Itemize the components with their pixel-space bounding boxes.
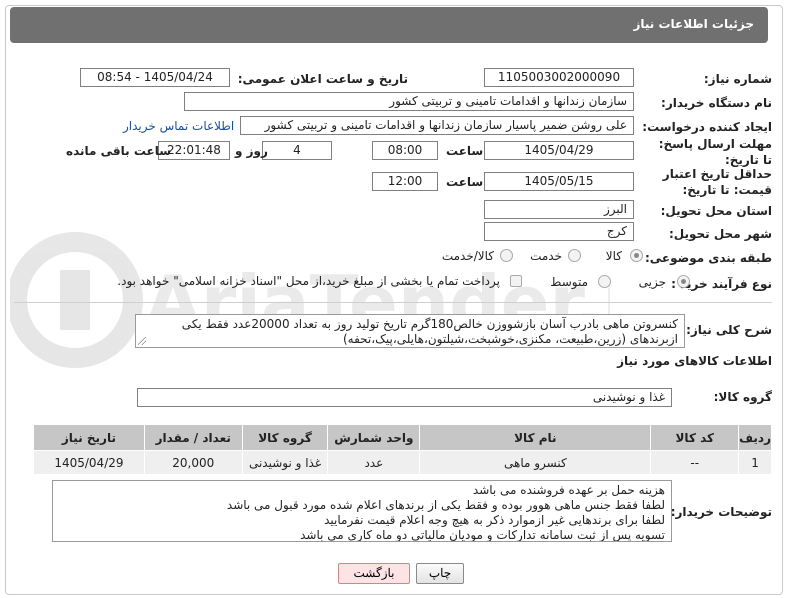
table-row[interactable]: 1 -- کنسرو ماهی عدد غذا و نوشیدنی 20,000… [33, 450, 772, 475]
page-title: جزئیات اطلاعات نیاز [633, 17, 754, 31]
announce-label: تاریخ و ساعت اعلان عمومی: [237, 72, 408, 86]
category-label: طبقه بندی موضوعی: [644, 251, 772, 265]
cell-name: کنسرو ماهی [419, 450, 652, 475]
panel-header: جزئیات اطلاعات نیاز [10, 7, 768, 43]
need-number-label: شماره نیاز: [703, 72, 772, 86]
process-option-minor: جزیی [638, 275, 666, 289]
buyer-note-line: لطفا برای برندهایی غیر ازموارد ذکر به هی… [324, 513, 665, 527]
goods-group-label: گروه کالا: [713, 390, 772, 404]
description-textarea[interactable]: کنسروتن ماهی بادرب آسان بازشووزن خالص180… [135, 314, 685, 348]
cell-row: 1 [738, 450, 772, 475]
treasury-payment-note: پرداخت تمام یا بخشی از مبلغ خرید،از محل … [117, 274, 500, 288]
need-number-field[interactable]: 1105003002000090 [484, 68, 634, 87]
reply-deadline-label: مهلت ارسال پاسخ: تا تاریخ: [658, 137, 772, 167]
city-field[interactable]: کرج [484, 222, 634, 241]
days-remaining-field[interactable]: 4 [262, 141, 332, 160]
price-validity-label: حداقل تاریخ اعتبار قیمت: تا تاریخ: [662, 167, 772, 197]
province-field[interactable]: البرز [484, 200, 634, 219]
price-time-field[interactable]: 12:00 [372, 172, 438, 191]
buyer-note-line: تسویه پس از ثبت سامانه تدارکات و مودیان … [300, 528, 665, 542]
announce-datetime-field[interactable]: 1405/04/24 - 08:54 [80, 68, 230, 87]
category-option-goods: کالا [605, 249, 622, 263]
buyer-note-line: لطفا فقط جنس ماهی هوور بوده و فقط یکی از… [226, 498, 665, 512]
description-text: کنسروتن ماهی بادرب آسان بازشووزن خالص180… [181, 317, 678, 346]
print-button[interactable]: چاپ [416, 563, 464, 584]
cell-code: -- [650, 450, 740, 475]
col-need-date: تاریخ نیاز [33, 424, 145, 451]
buyer-org-field[interactable]: سازمان زندانها و اقدامات تامینی و تربیتی… [184, 92, 634, 111]
goods-table: ردیف کد کالا نام کالا واحد شمارش گروه کا… [33, 424, 772, 475]
days-label: روز و [235, 144, 268, 158]
buyer-notes-textarea[interactable]: هزینه حمل بر عهده فروشنده می باشد لطفا ف… [52, 480, 672, 542]
process-option-medium: متوسط [550, 275, 588, 289]
category-option-service: خدمت [530, 249, 562, 263]
col-name: نام کالا [419, 424, 652, 451]
buyer-notes-label: توضیحات خریدار: [670, 505, 772, 519]
col-code: کد کالا [650, 424, 740, 451]
creator-label: ایجاد کننده درخواست: [642, 120, 772, 134]
goods-section-title: اطلاعات کالاهای مورد نیاز [617, 354, 772, 368]
process-radio-minor[interactable] [677, 275, 690, 288]
description-label: شرح کلی نیاز: [686, 323, 772, 337]
cell-group: غذا و نوشیدنی [241, 450, 329, 475]
col-unit: واحد شمارش [327, 424, 421, 451]
reply-time-label: ساعت [446, 144, 484, 158]
city-label: شهر محل تحویل: [668, 227, 772, 241]
price-time-label: ساعت [446, 175, 484, 189]
process-radio-medium[interactable] [598, 275, 611, 288]
remaining-time-label: ساعت باقی مانده [66, 144, 172, 158]
category-radio-goods[interactable] [630, 249, 643, 262]
creator-field[interactable]: علی روشن ضمیر پاسیار سازمان زندانها و اق… [240, 116, 634, 135]
category-radio-goods-service[interactable] [500, 249, 513, 262]
buyer-org-label: نام دستگاه خریدار: [661, 96, 772, 110]
cell-quantity: 20,000 [143, 450, 243, 475]
price-date-field[interactable]: 1405/05/15 [484, 172, 634, 191]
category-option-goods-service: کالا/خدمت [441, 249, 494, 263]
divider [14, 302, 772, 303]
cell-need-date: 1405/04/29 [33, 450, 145, 475]
province-label: استان محل تحویل: [660, 204, 772, 218]
goods-table-header: ردیف کد کالا نام کالا واحد شمارش گروه کا… [33, 424, 772, 451]
back-button[interactable]: بازگشت [338, 563, 410, 584]
reply-date-field[interactable]: 1405/04/29 [484, 141, 634, 160]
reply-time-field[interactable]: 08:00 [372, 141, 438, 160]
buyer-contact-link[interactable]: اطلاعات تماس خریدار [123, 119, 234, 133]
col-group: گروه کالا [241, 424, 329, 451]
treasury-payment-checkbox[interactable] [510, 275, 522, 287]
goods-group-field[interactable]: غذا و نوشیدنی [137, 388, 672, 407]
buyer-note-line: هزینه حمل بر عهده فروشنده می باشد [472, 483, 665, 497]
col-quantity: تعداد / مقدار [143, 424, 243, 451]
col-row: ردیف [738, 424, 772, 451]
cell-unit: عدد [327, 450, 421, 475]
category-radio-service[interactable] [568, 249, 581, 262]
resize-grip-icon[interactable] [138, 337, 146, 345]
